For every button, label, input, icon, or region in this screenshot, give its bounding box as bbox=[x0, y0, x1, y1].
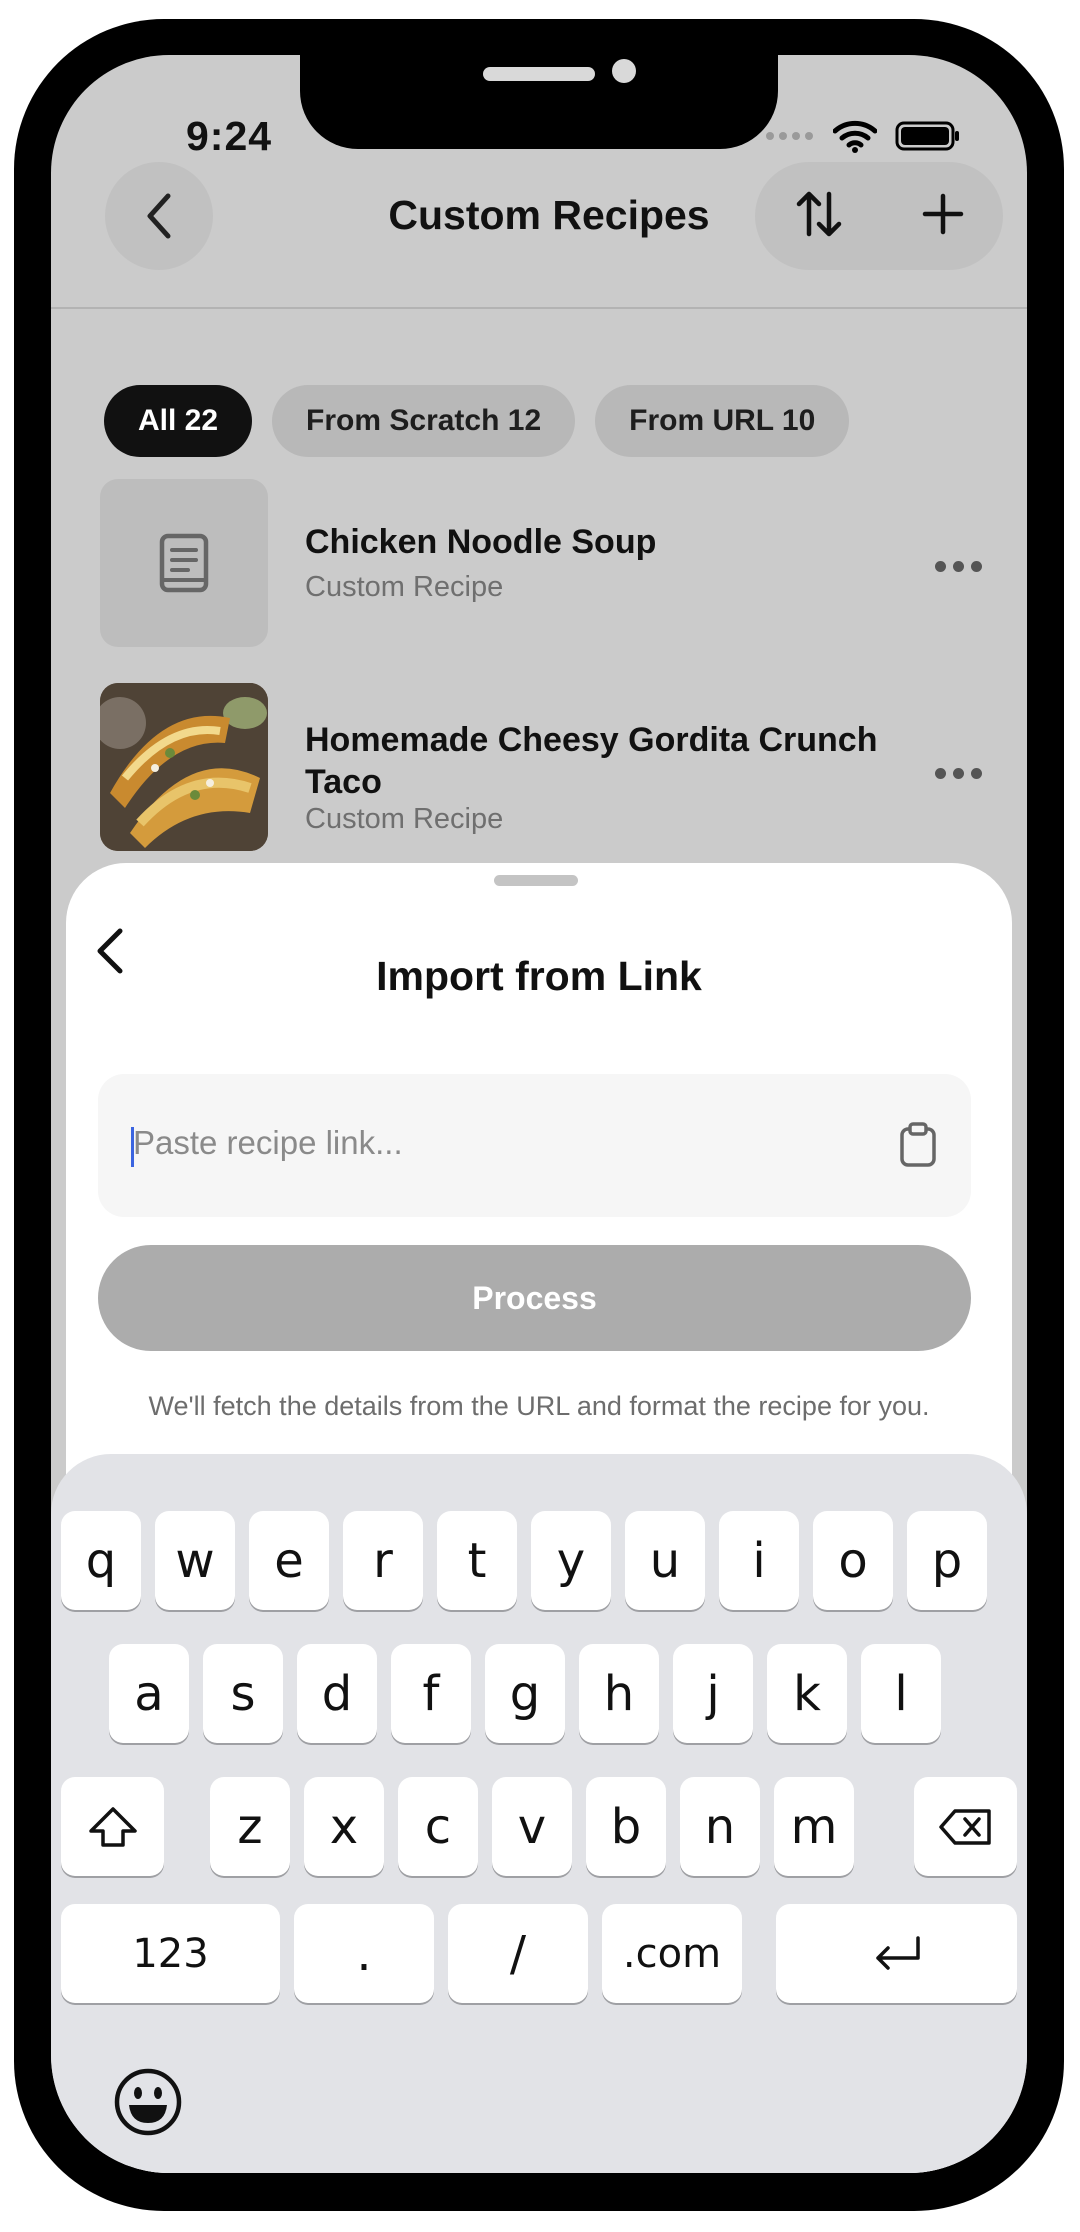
book-icon bbox=[159, 533, 209, 593]
key-b[interactable]: b bbox=[586, 1777, 666, 1876]
key-l[interactable]: l bbox=[861, 1644, 941, 1743]
key-o[interactable]: o bbox=[813, 1511, 893, 1610]
delete-key[interactable] bbox=[914, 1777, 1017, 1876]
emoji-button[interactable] bbox=[113, 2067, 183, 2142]
key-q[interactable]: q bbox=[61, 1511, 141, 1610]
key-h[interactable]: h bbox=[579, 1644, 659, 1743]
key-z[interactable]: z bbox=[210, 1777, 290, 1876]
return-key[interactable] bbox=[776, 1904, 1017, 2003]
slash-key[interactable]: / bbox=[448, 1904, 588, 2003]
filter-chip-scratch[interactable]: From Scratch 12 bbox=[272, 385, 576, 457]
clipboard-icon bbox=[900, 1122, 936, 1167]
sheet-title: Import from Link bbox=[376, 953, 702, 999]
key-n[interactable]: n bbox=[680, 1777, 760, 1876]
signal-icon bbox=[766, 132, 813, 140]
shift-icon bbox=[88, 1806, 137, 1847]
sheet-grabber[interactable] bbox=[494, 875, 578, 886]
keyboard: qwertyuiop asdfghjkl zxcvbnm 123 . / .com bbox=[51, 1454, 1027, 2173]
phone-frame: 9:24 Custom Recipe s All 22 From Scratch … bbox=[14, 19, 1064, 2211]
key-e[interactable]: e bbox=[249, 1511, 329, 1610]
filter-chip-all[interactable]: All 22 bbox=[104, 385, 253, 457]
key-p[interactable]: p bbox=[907, 1511, 987, 1610]
numbers-key[interactable]: 123 bbox=[61, 1904, 280, 2003]
recipe-subtitle: Custom Recipe bbox=[305, 571, 504, 603]
shift-key[interactable] bbox=[61, 1777, 164, 1876]
key-k[interactable]: k bbox=[767, 1644, 847, 1743]
key-c[interactable]: c bbox=[398, 1777, 478, 1876]
sort-icon bbox=[796, 191, 842, 236]
list-item[interactable]: Homemade Cheesy Gordita Crunch Taco Cust… bbox=[100, 683, 982, 855]
key-v[interactable]: v bbox=[492, 1777, 572, 1876]
taco-photo bbox=[100, 683, 268, 851]
key-i[interactable]: i bbox=[719, 1511, 799, 1610]
paste-button[interactable] bbox=[898, 1122, 938, 1173]
recipe-subtitle: Custom Recipe bbox=[305, 803, 504, 835]
battery-icon bbox=[895, 121, 959, 151]
key-t[interactable]: t bbox=[437, 1511, 517, 1610]
helper-text: We'll fetch the details from the URL and… bbox=[148, 1391, 930, 1421]
recipe-title: Homemade Cheesy Gordita Crunch Taco bbox=[305, 721, 878, 801]
recipe-thumbnail bbox=[100, 479, 268, 647]
key-s[interactable]: s bbox=[203, 1644, 283, 1743]
recipe-link-input[interactable]: Paste recipe link... bbox=[98, 1074, 971, 1217]
list-item[interactable]: Chicken Noodle Soup Custom Recipe bbox=[100, 479, 982, 651]
filter-chip-url[interactable]: From URL 10 bbox=[595, 385, 850, 457]
more-options-button[interactable] bbox=[935, 561, 982, 572]
emoji-icon bbox=[114, 2068, 182, 2136]
notch bbox=[300, 55, 778, 149]
key-j[interactable]: j bbox=[673, 1644, 753, 1743]
return-icon bbox=[875, 1935, 920, 1970]
key-r[interactable]: r bbox=[343, 1511, 423, 1610]
add-button[interactable] bbox=[921, 192, 965, 241]
key-w[interactable]: w bbox=[155, 1511, 235, 1610]
screen: 9:24 Custom Recipe s All 22 From Scratch … bbox=[51, 55, 1027, 2173]
filter-chips: All 22 From Scratch 12 From URL 10 bbox=[104, 385, 850, 457]
status-time: 9:24 bbox=[186, 113, 273, 159]
dotcom-key[interactable]: .com bbox=[602, 1904, 742, 2003]
key-m[interactable]: m bbox=[774, 1777, 854, 1876]
recipe-title: Chicken Noodle Soup bbox=[305, 523, 657, 561]
wifi-icon bbox=[833, 120, 877, 153]
key-a[interactable]: a bbox=[109, 1644, 189, 1743]
speaker bbox=[483, 67, 595, 81]
key-g[interactable]: g bbox=[485, 1644, 565, 1743]
key-x[interactable]: x bbox=[304, 1777, 384, 1876]
more-options-button[interactable] bbox=[935, 768, 982, 779]
recipe-photo bbox=[100, 683, 268, 851]
key-f[interactable]: f bbox=[391, 1644, 471, 1743]
nav-actions bbox=[755, 162, 1003, 270]
input-placeholder: Paste recipe link... bbox=[133, 1124, 403, 1161]
process-button[interactable]: Process bbox=[98, 1245, 971, 1351]
camera bbox=[612, 59, 636, 83]
period-key[interactable]: . bbox=[294, 1904, 434, 2003]
key-y[interactable]: y bbox=[531, 1511, 611, 1610]
plus-icon bbox=[922, 193, 964, 234]
key-u[interactable]: u bbox=[625, 1511, 705, 1610]
key-d[interactable]: d bbox=[297, 1644, 377, 1743]
sort-button[interactable] bbox=[793, 188, 845, 245]
backspace-icon bbox=[938, 1808, 991, 1845]
status-icons bbox=[765, 119, 961, 153]
